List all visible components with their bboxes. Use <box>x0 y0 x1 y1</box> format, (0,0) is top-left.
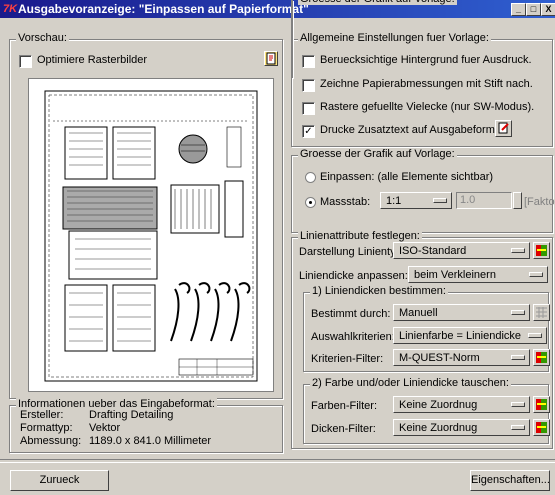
determined-by-label: Bestimmt durch: <box>311 308 391 320</box>
thickness-filter-value: Keine Zuordnug <box>399 422 478 434</box>
thickness-filter-settings-icon[interactable] <box>533 419 550 436</box>
preview-refresh-icon[interactable] <box>264 51 278 66</box>
size-group-label: Groesse der Grafik auf Vorlage: <box>298 0 457 5</box>
linewidth-combo[interactable]: beim Verkleinern <box>408 266 548 283</box>
linewidth-label: Liniendicke anpassen: <box>299 270 408 282</box>
minimize-button[interactable]: _ <box>511 3 526 16</box>
chevron-down-icon <box>528 333 542 338</box>
chevron-down-icon <box>433 198 447 203</box>
raster-polygons-label: Rastere gefuellte Vielecke (nur SW-Modus… <box>320 101 535 113</box>
raster-polygons-checkbox[interactable] <box>302 102 315 115</box>
determined-by-value: Manuell <box>399 307 438 319</box>
linetype-value: ISO-Standard <box>399 245 467 257</box>
info-dimension-value: 1189.0 x 841.0 Millimeter <box>89 435 212 447</box>
color-swap-label: 2) Farbe und/oder Liniendicke tauschen: <box>310 377 511 389</box>
chevron-down-icon <box>511 425 525 430</box>
size-group-label: Groesse der Grafik auf Vorlage: <box>298 148 457 160</box>
linewidth-value: beim Verkleinern <box>414 269 496 281</box>
fit-radio[interactable] <box>305 172 316 183</box>
chevron-down-icon <box>511 355 525 360</box>
criteria-filter-settings-icon[interactable] <box>533 349 550 366</box>
factor-field[interactable]: 1.0 <box>456 192 512 209</box>
background-label: Beruecksichtige Hintergrund fuer Ausdruc… <box>320 54 532 66</box>
factor-spinner[interactable] <box>513 192 522 209</box>
footer-divider <box>0 459 555 463</box>
scale-value: 1:1 <box>386 195 402 207</box>
info-creator-label: Ersteller: <box>20 409 64 421</box>
criteria-filter-value: M-QUEST-Norm <box>399 352 480 364</box>
color-filter-settings-icon[interactable] <box>533 396 550 413</box>
window-title: Ausgabevoranzeige: "Einpassen auf Papier… <box>18 2 309 16</box>
criteria-filter-label: Kriterien-Filter: <box>311 353 384 365</box>
general-settings-label: Allgemeine Einstellungen fuer Vorlage: <box>298 32 491 44</box>
drawing-preview <box>28 78 274 392</box>
chevron-down-icon <box>511 402 525 407</box>
factor-label: [Faktor] <box>524 196 555 208</box>
color-filter-combo[interactable]: Keine Zuordnug <box>393 396 530 413</box>
scale-radio[interactable] <box>305 197 316 208</box>
size-group: Groesse der Grafik auf Vorlage: <box>291 0 457 78</box>
linetype-settings-icon[interactable] <box>533 242 550 259</box>
extra-text-label: Drucke Zusatztext auf Ausgabeformat. <box>320 124 508 136</box>
technical-drawing-image <box>44 90 258 382</box>
optimize-raster-label: Optimiere Rasterbilder <box>37 54 148 66</box>
chevron-down-icon <box>511 310 525 315</box>
scale-label: Massstab: <box>320 196 371 208</box>
criteria-label: Auswahlkriterien: <box>311 331 395 343</box>
chevron-down-icon <box>511 248 525 253</box>
background-checkbox[interactable] <box>302 55 315 68</box>
maximize-button[interactable]: □ <box>526 3 541 16</box>
criteria-value: Linienfarbe = Liniendicke <box>399 330 522 342</box>
title-bar: 7K Ausgabevoranzeige: "Einpassen auf Pap… <box>0 0 555 18</box>
preview-group-label: Vorschau: <box>16 32 69 44</box>
criteria-filter-combo[interactable]: M-QUEST-Norm <box>393 349 530 366</box>
info-format-label: Formattyp: <box>20 422 73 434</box>
linetype-label: Darstellung Linientyp: <box>299 246 405 258</box>
back-button[interactable]: Zurueck <box>10 470 109 491</box>
info-dimension-label: Abmessung: <box>20 435 82 447</box>
fit-label: Einpassen: (alle Elemente sichtbar) <box>320 171 494 183</box>
thickness-filter-label: Dicken-Filter: <box>311 423 376 435</box>
determined-by-combo[interactable]: Manuell <box>393 304 530 321</box>
paper-outline-label: Zeichne Papierabmessungen mit Stift nach… <box>320 78 533 90</box>
determined-by-grid-icon[interactable] <box>533 304 550 321</box>
width-determine-label: 1) Liniendicken bestimmen: <box>310 285 448 297</box>
optimize-raster-checkbox[interactable] <box>19 55 32 68</box>
criteria-combo[interactable]: Linienfarbe = Liniendicke <box>393 327 547 344</box>
color-filter-label: Farben-Filter: <box>311 400 378 412</box>
paper-outline-checkbox[interactable] <box>302 79 315 92</box>
app-icon: 7K <box>3 3 18 15</box>
extra-text-edit-icon[interactable] <box>495 120 512 137</box>
info-creator-value: Drafting Detailing <box>89 409 174 421</box>
color-filter-value: Keine Zuordnug <box>399 399 478 411</box>
extra-text-checkbox[interactable]: ✓ <box>302 125 315 138</box>
close-button[interactable]: X <box>541 3 555 16</box>
line-attributes-label: Linienattribute festlegen: <box>298 230 422 242</box>
info-format-value: Vektor <box>89 422 121 434</box>
thickness-filter-combo[interactable]: Keine Zuordnug <box>393 419 530 436</box>
chevron-down-icon <box>529 272 543 277</box>
properties-button[interactable]: Eigenschaften... <box>470 470 550 491</box>
linetype-combo[interactable]: ISO-Standard <box>393 242 530 259</box>
scale-combo[interactable]: 1:1 <box>380 192 452 209</box>
